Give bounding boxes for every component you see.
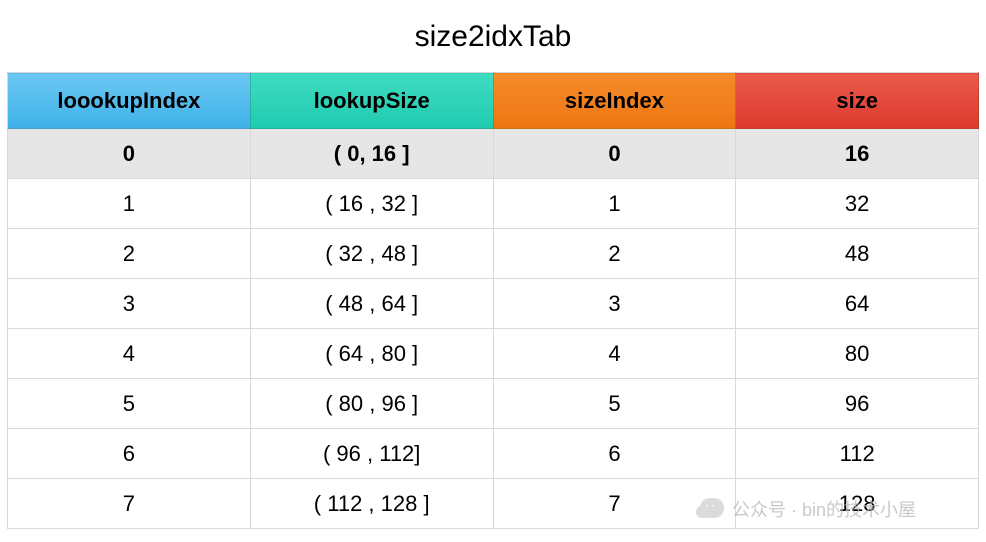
cell-lookup-size: ( 16 , 32 ] bbox=[250, 179, 493, 229]
cell-size-index: 3 bbox=[493, 279, 736, 329]
cell-size: 32 bbox=[736, 179, 979, 229]
cell-lookup-size: ( 64 , 80 ] bbox=[250, 329, 493, 379]
cell-lookup-index: 1 bbox=[8, 179, 251, 229]
header-size-index: sizeIndex bbox=[493, 73, 736, 129]
table-row: 7 ( 112 , 128 ] 7 128 bbox=[8, 479, 979, 529]
table-row: 3 ( 48 , 64 ] 3 64 bbox=[8, 279, 979, 329]
table-row: 2 ( 32 , 48 ] 2 48 bbox=[8, 229, 979, 279]
table-row: 1 ( 16 , 32 ] 1 32 bbox=[8, 179, 979, 229]
cell-size: 48 bbox=[736, 229, 979, 279]
cell-size-index: 4 bbox=[493, 329, 736, 379]
cell-size: 112 bbox=[736, 429, 979, 479]
cell-size: 80 bbox=[736, 329, 979, 379]
table-row: 0 ( 0, 16 ] 0 16 bbox=[8, 129, 979, 179]
cell-lookup-size: ( 112 , 128 ] bbox=[250, 479, 493, 529]
table-row: 6 ( 96 , 112] 6 112 bbox=[8, 429, 979, 479]
cell-lookup-size: ( 48 , 64 ] bbox=[250, 279, 493, 329]
cell-lookup-size: ( 0, 16 ] bbox=[250, 129, 493, 179]
cell-lookup-size: ( 32 , 48 ] bbox=[250, 229, 493, 279]
cell-size-index: 7 bbox=[493, 479, 736, 529]
table-header-row: loookupIndex lookupSize sizeIndex size bbox=[8, 73, 979, 129]
cell-lookup-index: 3 bbox=[8, 279, 251, 329]
cell-lookup-index: 5 bbox=[8, 379, 251, 429]
cell-size-index: 1 bbox=[493, 179, 736, 229]
cell-size-index: 5 bbox=[493, 379, 736, 429]
cell-size-index: 0 bbox=[493, 129, 736, 179]
size-table: loookupIndex lookupSize sizeIndex size 0… bbox=[7, 72, 979, 529]
cell-lookup-index: 0 bbox=[8, 129, 251, 179]
cell-size-index: 6 bbox=[493, 429, 736, 479]
header-lookup-index: loookupIndex bbox=[8, 73, 251, 129]
cell-lookup-index: 7 bbox=[8, 479, 251, 529]
header-size: size bbox=[736, 73, 979, 129]
cell-lookup-index: 6 bbox=[8, 429, 251, 479]
header-lookup-size: lookupSize bbox=[250, 73, 493, 129]
cell-size-index: 2 bbox=[493, 229, 736, 279]
cell-size: 128 bbox=[736, 479, 979, 529]
cell-size: 96 bbox=[736, 379, 979, 429]
cell-lookup-size: ( 96 , 112] bbox=[250, 429, 493, 479]
cell-lookup-size: ( 80 , 96 ] bbox=[250, 379, 493, 429]
cell-size: 16 bbox=[736, 129, 979, 179]
cell-lookup-index: 4 bbox=[8, 329, 251, 379]
cell-size: 64 bbox=[736, 279, 979, 329]
table-row: 4 ( 64 , 80 ] 4 80 bbox=[8, 329, 979, 379]
table-row: 5 ( 80 , 96 ] 5 96 bbox=[8, 379, 979, 429]
page-title: size2idxTab bbox=[0, 0, 986, 72]
cell-lookup-index: 2 bbox=[8, 229, 251, 279]
